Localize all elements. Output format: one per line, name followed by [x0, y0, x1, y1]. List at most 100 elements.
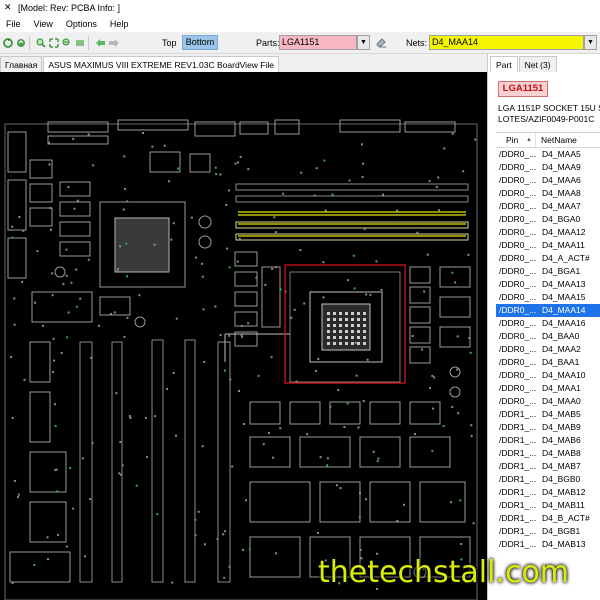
rotate-icon[interactable]: [16, 38, 26, 48]
part-manufacturer: LOTES/AZIF0049-P001C: [498, 114, 595, 124]
table-row[interactable]: /DDR0_... D4_MAA1: [496, 382, 600, 395]
netname-cell: D4_B_ACT#: [542, 513, 590, 523]
table-row[interactable]: /DDR0_... D4_MAA10: [496, 369, 600, 382]
netname-cell: D4_MAA2: [542, 344, 581, 354]
table-row[interactable]: /DDR1_... D4_MAB6: [496, 434, 600, 447]
pin-cell: /DDR1_...: [499, 526, 536, 536]
table-row[interactable]: /DDR0_... D4_MAA5: [496, 148, 600, 161]
pin-rows: /DDR0_... D4_MAA5/DDR0_... D4_MAA9/DDR0_..…: [496, 148, 600, 551]
pin-cell: /DDR1_...: [499, 435, 536, 445]
netname-cell: D4_MAA9: [542, 162, 581, 172]
table-row[interactable]: /DDR0_... D4_MAA15: [496, 291, 600, 304]
table-row[interactable]: /DDR1_... D4_MAB13: [496, 538, 600, 551]
table-row[interactable]: /DDR0_... D4_BGA0: [496, 213, 600, 226]
nets-label: Nets:: [406, 38, 428, 48]
flip-icon[interactable]: [75, 38, 85, 48]
netname-cell: D4_MAA12: [542, 227, 586, 237]
table-row[interactable]: /DDR1_... D4_B_ACT#: [496, 512, 600, 525]
table-row[interactable]: /DDR1_... D4_BGB1: [496, 525, 600, 538]
zoom-in-icon[interactable]: [36, 38, 46, 48]
menu-bar: File View Options Help: [0, 15, 600, 32]
table-row[interactable]: /DDR0_... D4_MAA11: [496, 239, 600, 252]
netname-cell: D4_BGA1: [542, 266, 581, 276]
pin-cell: /DDR0_...: [499, 318, 536, 328]
netname-cell: D4_MAA1: [542, 383, 581, 393]
pin-cell: /DDR0_...: [499, 344, 536, 354]
toolbar-separator: [88, 35, 89, 50]
tab-part[interactable]: Part: [490, 56, 518, 72]
menu-view[interactable]: View: [34, 19, 53, 29]
zoom-out-icon[interactable]: [62, 38, 72, 48]
table-row[interactable]: /DDR0_... D4_MAA8: [496, 187, 600, 200]
table-row[interactable]: /DDR1_... D4_MAB12: [496, 486, 600, 499]
top-side-toggle[interactable]: Top: [162, 36, 182, 50]
table-row[interactable]: /DDR0_... D4_MAA6: [496, 174, 600, 187]
table-row[interactable]: /DDR0_... D4_MAA2: [496, 343, 600, 356]
eraser-icon[interactable]: [374, 36, 388, 49]
table-row[interactable]: /DDR0_... D4_MAA12: [496, 226, 600, 239]
tab-boardview-file[interactable]: ASUS MAXIMUS VIII EXTREME REV1.03C Board…: [43, 56, 279, 72]
table-row[interactable]: /DDR0_... D4_MAA16: [496, 317, 600, 330]
pin-cell: /DDR1_...: [499, 422, 536, 432]
pin-cell: /DDR1_...: [499, 409, 536, 419]
parts-input[interactable]: LGA1151: [279, 35, 357, 50]
tab-home[interactable]: Главная: [0, 56, 43, 72]
table-row[interactable]: /DDR0_... D4_BAA1: [496, 356, 600, 369]
netname-cell: D4_MAB6: [542, 435, 581, 445]
netname-cell: D4_MAA8: [542, 188, 581, 198]
menu-options[interactable]: Options: [66, 19, 97, 29]
pin-cell: /DDR0_...: [499, 149, 536, 159]
netname-cell: D4_MAA15: [542, 292, 586, 302]
tab-net[interactable]: Net (3): [518, 56, 557, 72]
refresh-icon[interactable]: [3, 37, 13, 48]
fit-icon[interactable]: [49, 37, 59, 48]
pin-table: Pin ▲ NetName /DDR0_... D4_MAA5/DDR0_... D4…: [496, 132, 600, 600]
menu-file[interactable]: File: [6, 19, 21, 29]
parts-label: Parts:: [256, 38, 280, 48]
pin-cell: /DDR0_...: [499, 370, 536, 380]
table-row[interactable]: /DDR1_... D4_MAB11: [496, 499, 600, 512]
table-row[interactable]: /DDR1_... D4_BGB0: [496, 473, 600, 486]
bottom-side-toggle[interactable]: Bottom: [182, 35, 218, 50]
netname-cell: D4_MAA0: [542, 396, 581, 406]
parts-dropdown-button[interactable]: ▼: [357, 35, 370, 50]
table-row[interactable]: /DDR0_... D4_BGA1: [496, 265, 600, 278]
pin-cell: /DDR0_...: [499, 305, 536, 315]
pin-cell: /DDR1_...: [499, 461, 536, 471]
table-row[interactable]: /DDR0_... D4_MAA7: [496, 200, 600, 213]
table-row[interactable]: /DDR1_... D4_MAB5: [496, 408, 600, 421]
table-row[interactable]: /DDR0_... D4_A_ACT#: [496, 252, 600, 265]
netname-cell: D4_MAA11: [542, 240, 585, 250]
table-row[interactable]: /DDR1_... D4_MAB7: [496, 460, 600, 473]
table-row[interactable]: /DDR0_... D4_MAA13: [496, 278, 600, 291]
netname-cell: D4_MAB8: [542, 448, 581, 458]
table-row[interactable]: /DDR0_... D4_MAA14: [496, 304, 600, 317]
toolbar-separator: [29, 35, 30, 50]
menu-help[interactable]: Help: [110, 19, 129, 29]
pin-cell: /DDR0_...: [499, 279, 536, 289]
forward-arrow-icon[interactable]: [108, 38, 118, 48]
board-view-canvas[interactable]: [0, 72, 487, 600]
pin-cell: /DDR0_...: [499, 188, 536, 198]
window-title: [Model: Rev: PCBA Info: ]: [18, 2, 121, 13]
nets-dropdown-button[interactable]: ▼: [584, 35, 597, 50]
table-row[interactable]: /DDR1_... D4_MAB9: [496, 421, 600, 434]
pin-cell: /DDR0_...: [499, 214, 536, 224]
nets-input[interactable]: D4_MAA14: [429, 35, 584, 50]
back-arrow-icon[interactable]: [95, 38, 105, 48]
table-row[interactable]: /DDR0_... D4_BAA0: [496, 330, 600, 343]
netname-cell: D4_A_ACT#: [542, 253, 590, 263]
part-name-badge: LGA1151: [498, 81, 548, 97]
table-row[interactable]: /DDR1_... D4_MAB8: [496, 447, 600, 460]
pin-cell: /DDR0_...: [499, 175, 536, 185]
netname-cell: D4_BGB1: [542, 526, 581, 536]
document-tabs: Главная ASUS MAXIMUS VIII EXTREME REV1.0…: [0, 54, 487, 72]
netname-cell: D4_MAA13: [542, 279, 586, 289]
column-header-netname[interactable]: NetName: [536, 133, 600, 147]
pin-cell: /DDR0_...: [499, 240, 536, 250]
table-row[interactable]: /DDR0_... D4_MAA0: [496, 395, 600, 408]
netname-cell: D4_MAA14: [542, 305, 586, 315]
column-header-pin[interactable]: Pin ▲: [496, 133, 536, 147]
table-row[interactable]: /DDR0_... D4_MAA9: [496, 161, 600, 174]
pin-cell: /DDR0_...: [499, 292, 536, 302]
